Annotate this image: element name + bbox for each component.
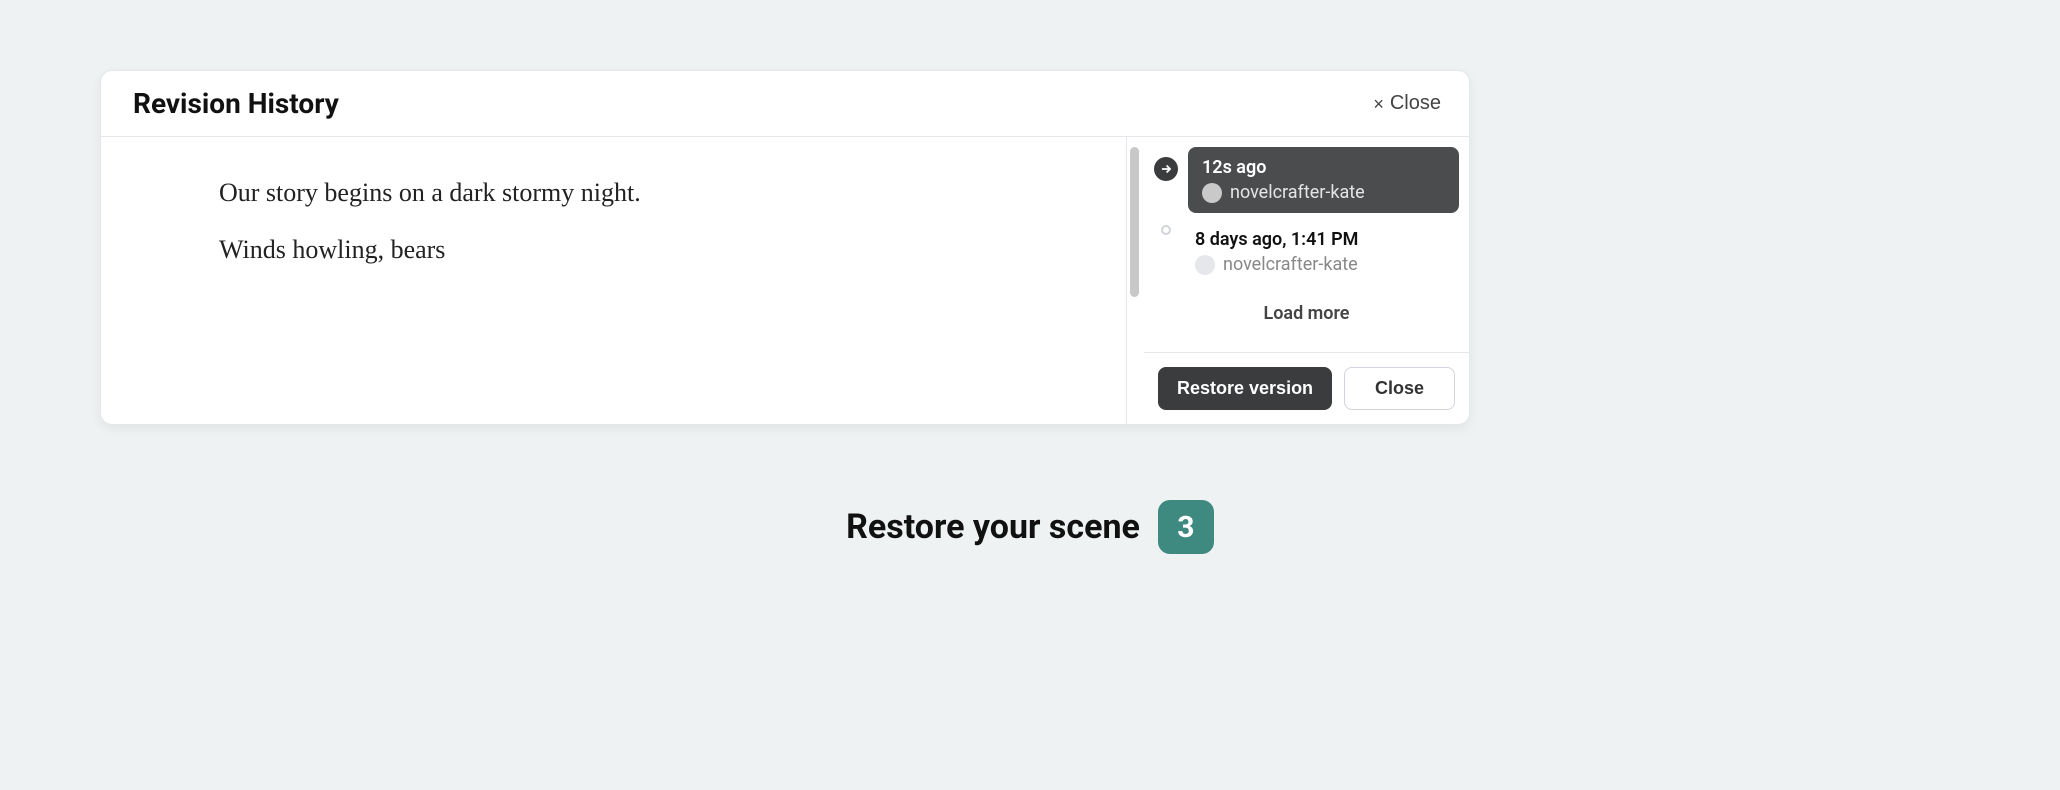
revision-time: 12s ago [1202, 157, 1445, 178]
content-paragraph: Our story begins on a dark stormy night. [219, 173, 1016, 212]
close-button-top[interactable]: × Close [1373, 92, 1441, 115]
sidebar-footer: Restore version Close [1144, 352, 1469, 424]
avatar-icon [1202, 183, 1222, 203]
step-badge: 3 [1158, 500, 1214, 554]
content-wrap: Our story begins on a dark stormy night.… [101, 137, 1126, 424]
revision-item[interactable]: 12s ago novelcrafter-kate [1154, 147, 1459, 213]
arrow-right-icon [1154, 157, 1178, 181]
revision-card[interactable]: 8 days ago, 1:41 PM novelcrafter-kate [1181, 219, 1459, 285]
close-icon: × [1373, 95, 1384, 113]
sidebar-scrollbar-thumb[interactable] [1130, 147, 1139, 297]
avatar-icon [1195, 255, 1215, 275]
revision-card-active[interactable]: 12s ago novelcrafter-kate [1188, 147, 1459, 213]
revision-time: 8 days ago, 1:41 PM [1195, 229, 1445, 250]
restore-version-button[interactable]: Restore version [1158, 367, 1332, 410]
caption-text: Restore your scene [846, 507, 1140, 547]
content-paragraph: Winds howling, bears [219, 230, 1016, 269]
load-more-button[interactable]: Load more [1154, 291, 1459, 338]
caption-row: Restore your scene 3 [0, 500, 2060, 554]
modal-header: Revision History × Close [101, 71, 1469, 137]
modal-body: Our story begins on a dark stormy night.… [101, 137, 1469, 424]
revision-author: novelcrafter-kate [1230, 182, 1365, 203]
revision-history-modal: Revision History × Close Our story begin… [100, 70, 1470, 425]
revision-author: novelcrafter-kate [1223, 254, 1358, 275]
sidebar-scrollbar[interactable] [1130, 147, 1139, 424]
circle-icon [1161, 225, 1171, 235]
close-label: Close [1390, 92, 1441, 115]
revision-sidebar: 12s ago novelcrafter-kate 8 days ago, 1:… [1126, 137, 1469, 424]
revision-item[interactable]: 8 days ago, 1:41 PM novelcrafter-kate [1154, 219, 1459, 285]
revision-list: 12s ago novelcrafter-kate 8 days ago, 1:… [1144, 137, 1469, 352]
content-pane: Our story begins on a dark stormy night.… [101, 137, 1126, 424]
revision-author-row: novelcrafter-kate [1202, 182, 1445, 203]
revision-author-row: novelcrafter-kate [1195, 254, 1445, 275]
modal-title: Revision History [133, 87, 339, 120]
close-button-bottom[interactable]: Close [1344, 367, 1455, 410]
